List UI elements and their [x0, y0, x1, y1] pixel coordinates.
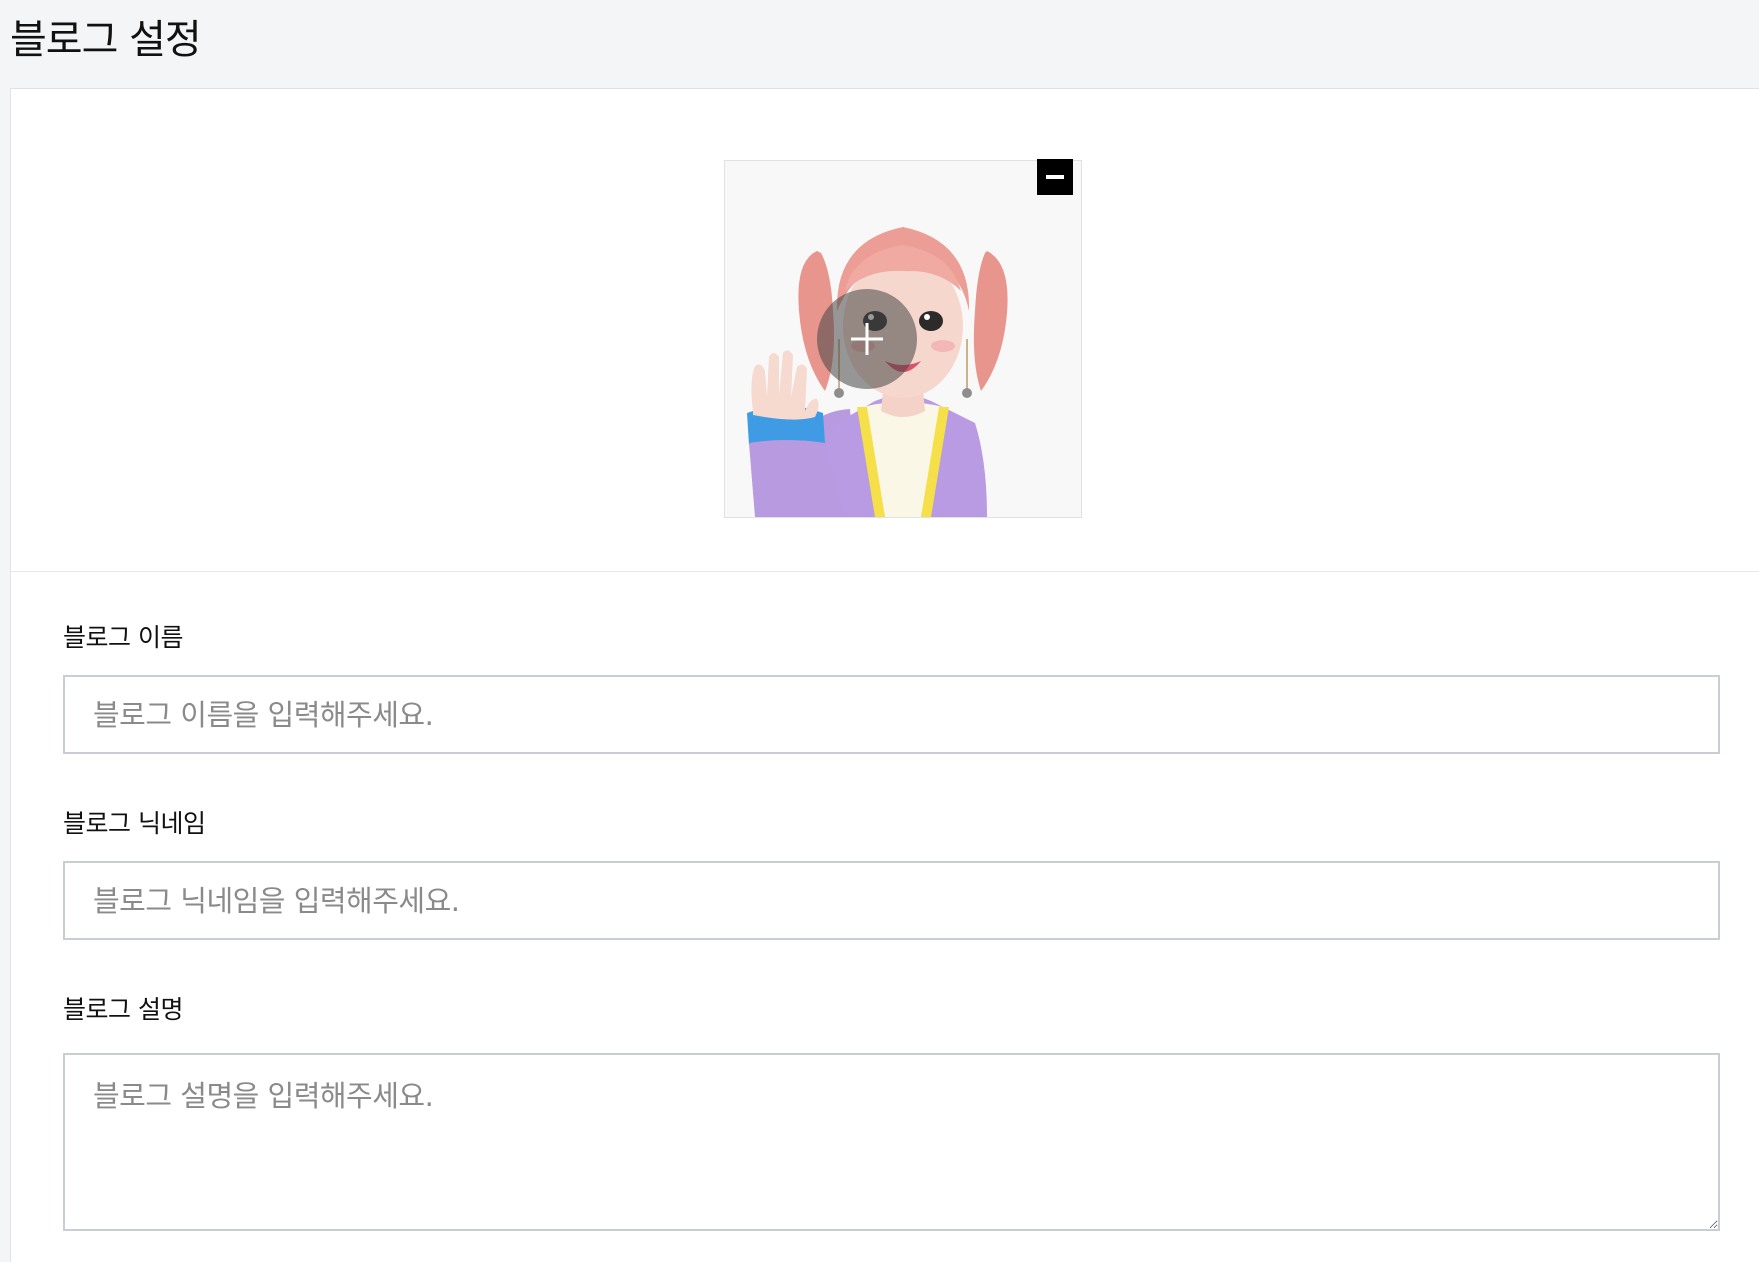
blog-name-label: 블로그 이름	[63, 623, 183, 652]
upload-image-button[interactable]	[817, 289, 917, 389]
blog-description-label: 블로그 설명	[63, 995, 183, 1024]
settings-panel: 블로그 이름 블로그 닉네임 블로그 설명	[10, 88, 1759, 1262]
plus-icon	[851, 323, 883, 355]
profile-image-section	[11, 89, 1759, 572]
remove-image-button[interactable]	[1037, 159, 1073, 195]
blog-description-textarea[interactable]	[63, 1053, 1720, 1231]
page-title: 블로그 설정	[10, 17, 202, 63]
blog-name-input[interactable]	[63, 675, 1720, 754]
minus-icon	[1046, 175, 1064, 179]
blog-nickname-input[interactable]	[63, 861, 1720, 940]
blog-nickname-label: 블로그 닉네임	[63, 809, 206, 838]
